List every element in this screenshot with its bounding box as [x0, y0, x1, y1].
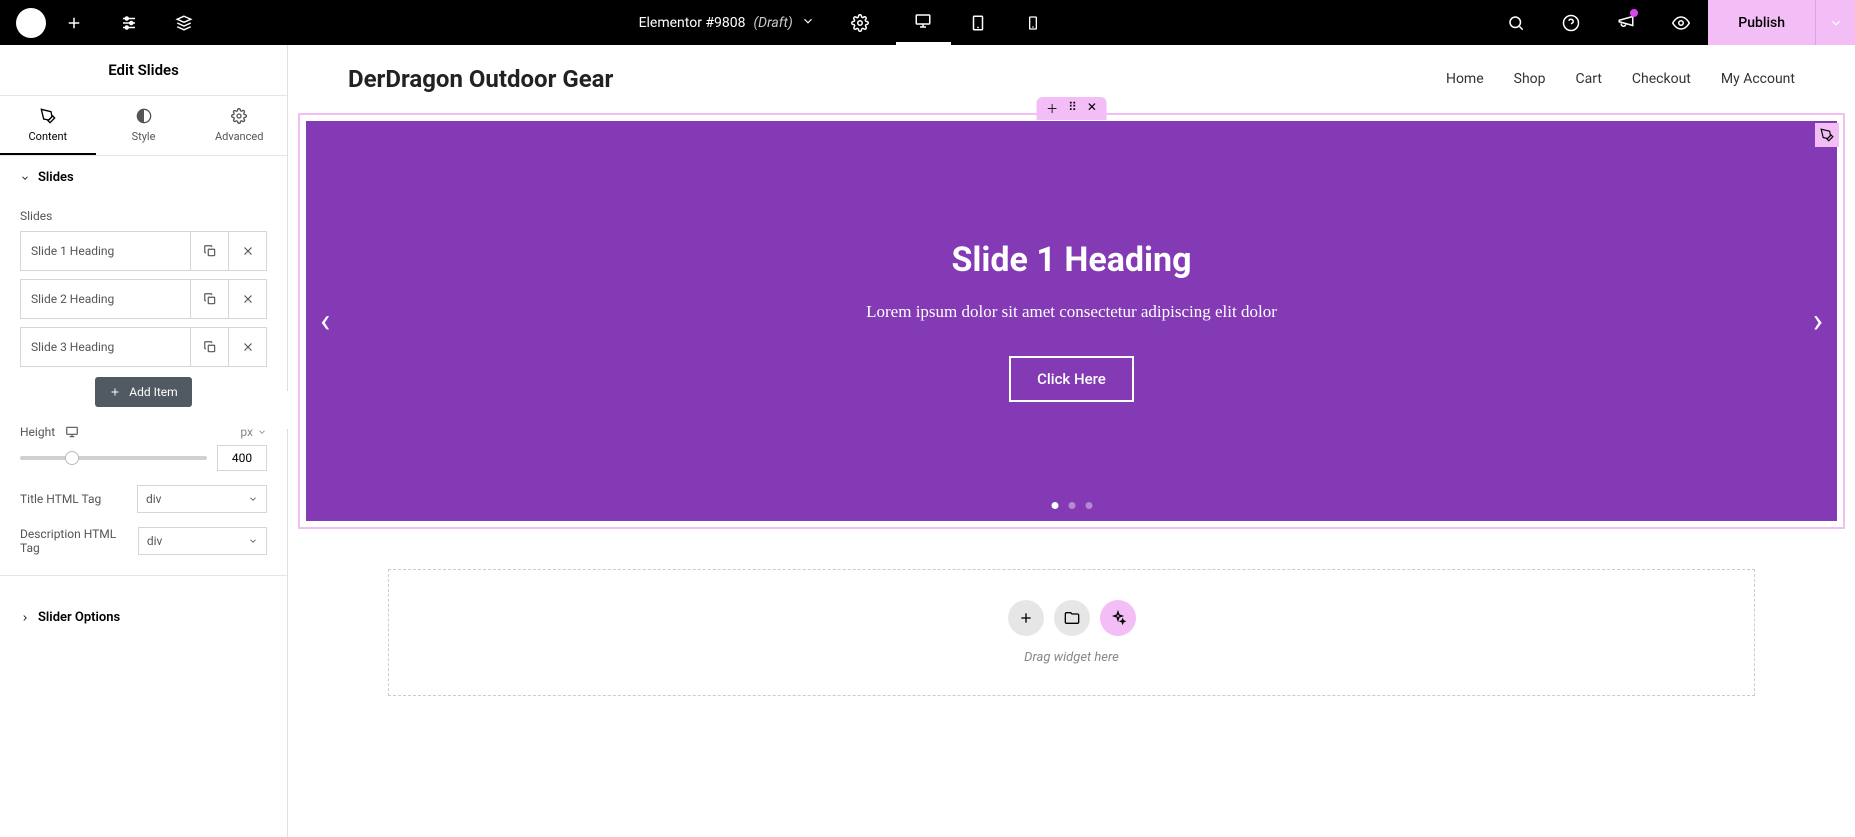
remove-slide-button[interactable]: [228, 232, 266, 270]
sidebar-title: Edit Slides: [0, 45, 287, 96]
remove-slide-button[interactable]: [228, 328, 266, 366]
device-desktop-icon[interactable]: [65, 425, 79, 439]
remove-slide-button[interactable]: [228, 280, 266, 318]
duplicate-slide-button[interactable]: [190, 328, 228, 366]
tab-style[interactable]: Style: [96, 96, 192, 155]
slider-widget: ‹ › Slide 1 Heading Lorem ipsum dolor si…: [306, 121, 1837, 521]
page-settings-button[interactable]: [833, 0, 888, 45]
nav-link[interactable]: Cart: [1576, 71, 1602, 87]
slide-cta-button[interactable]: Click Here: [1009, 356, 1134, 402]
duplicate-slide-button[interactable]: [190, 280, 228, 318]
duplicate-slide-button[interactable]: [190, 232, 228, 270]
title-tag-label: Title HTML Tag: [20, 492, 101, 506]
slide-item-label: Slide 2 Heading: [21, 280, 190, 318]
slide-dot[interactable]: [1051, 502, 1058, 509]
edit-widget-icon[interactable]: [1815, 123, 1839, 147]
desc-tag-select[interactable]: div: [138, 527, 267, 555]
slide-item[interactable]: Slide 2 Heading: [20, 279, 267, 319]
height-slider[interactable]: [20, 456, 207, 460]
desc-tag-label: Description HTML Tag: [20, 527, 138, 555]
responsive-devices: [896, 0, 1061, 45]
nav-link[interactable]: My Account: [1721, 71, 1795, 87]
unit-selector[interactable]: px: [240, 425, 267, 439]
widget-handle: ＋ ⠿ ✕: [1036, 97, 1107, 120]
nav-link[interactable]: Home: [1446, 71, 1484, 87]
widget-drag-icon[interactable]: ⠿: [1068, 100, 1077, 117]
title-dropdown-icon[interactable]: [801, 14, 815, 32]
site-nav: Home Shop Cart Checkout My Account: [1446, 71, 1795, 87]
widget-add-icon[interactable]: ＋: [1046, 100, 1058, 117]
device-tablet[interactable]: [951, 0, 1006, 45]
slide-item[interactable]: Slide 3 Heading: [20, 327, 267, 367]
page-status: (Draft): [754, 15, 793, 31]
publish-button[interactable]: Publish: [1708, 0, 1815, 45]
help-button[interactable]: [1543, 0, 1598, 45]
widget-dropzone[interactable]: Drag widget here: [388, 569, 1755, 696]
device-desktop[interactable]: [896, 0, 951, 45]
topbar-right: Publish: [1488, 0, 1855, 45]
site-settings-button[interactable]: [101, 0, 156, 45]
site-title: DerDragon Outdoor Gear: [348, 65, 613, 93]
elementor-logo[interactable]: [16, 8, 46, 38]
page-title-area: Elementor #9808 (Draft): [211, 0, 1488, 45]
slide-dot[interactable]: [1085, 502, 1092, 509]
finder-button[interactable]: [1488, 0, 1543, 45]
dropzone-text: Drag widget here: [1024, 650, 1119, 665]
dropzone-add-button[interactable]: [1008, 600, 1044, 636]
slide-item-label: Slide 3 Heading: [21, 328, 190, 366]
slide-dots: [1051, 502, 1092, 509]
slide-description: Lorem ipsum dolor sit amet consectetur a…: [866, 302, 1277, 322]
preview-canvas: DerDragon Outdoor Gear Home Shop Cart Ch…: [288, 45, 1855, 837]
section-slider-options-header[interactable]: Slider Options: [0, 596, 287, 639]
section-slides-header[interactable]: Slides: [0, 156, 287, 199]
structure-button[interactable]: [156, 0, 211, 45]
nav-link[interactable]: Shop: [1514, 71, 1546, 87]
topbar-left: [0, 0, 211, 45]
height-input[interactable]: [217, 445, 267, 471]
slide-heading: Slide 1 Heading: [951, 240, 1191, 280]
preview-button[interactable]: [1653, 0, 1708, 45]
whats-new-button[interactable]: [1598, 0, 1653, 45]
widget-close-icon[interactable]: ✕: [1087, 100, 1097, 117]
editor-tabs: Content Style Advanced: [0, 96, 287, 156]
device-mobile[interactable]: [1006, 0, 1061, 45]
height-label: Height: [20, 425, 55, 439]
slide-item-label: Slide 1 Heading: [21, 232, 190, 270]
add-element-button[interactable]: [46, 0, 101, 45]
prev-slide-arrow[interactable]: ‹: [320, 301, 330, 341]
page-title: Elementor #9808: [639, 15, 746, 31]
slide-dot[interactable]: [1068, 502, 1075, 509]
tab-advanced[interactable]: Advanced: [191, 96, 287, 155]
selected-widget[interactable]: ＋ ⠿ ✕ ‹ › Slide 1 Heading Lorem ipsum do…: [298, 113, 1845, 529]
slides-label: Slides: [20, 209, 267, 223]
editor-sidebar: Edit Slides Content Style Advanced Slide…: [0, 45, 288, 837]
next-slide-arrow[interactable]: ›: [1813, 301, 1823, 341]
dropzone-ai-button[interactable]: [1100, 600, 1136, 636]
tab-content[interactable]: Content: [0, 96, 96, 155]
topbar: Elementor #9808 (Draft) Publish: [0, 0, 1855, 45]
publish-options-button[interactable]: [1815, 0, 1855, 45]
dropzone-template-button[interactable]: [1054, 600, 1090, 636]
slide-item[interactable]: Slide 1 Heading: [20, 231, 267, 271]
title-tag-select[interactable]: div: [137, 485, 267, 513]
nav-link[interactable]: Checkout: [1632, 71, 1691, 87]
add-item-button[interactable]: Add Item: [95, 377, 191, 407]
